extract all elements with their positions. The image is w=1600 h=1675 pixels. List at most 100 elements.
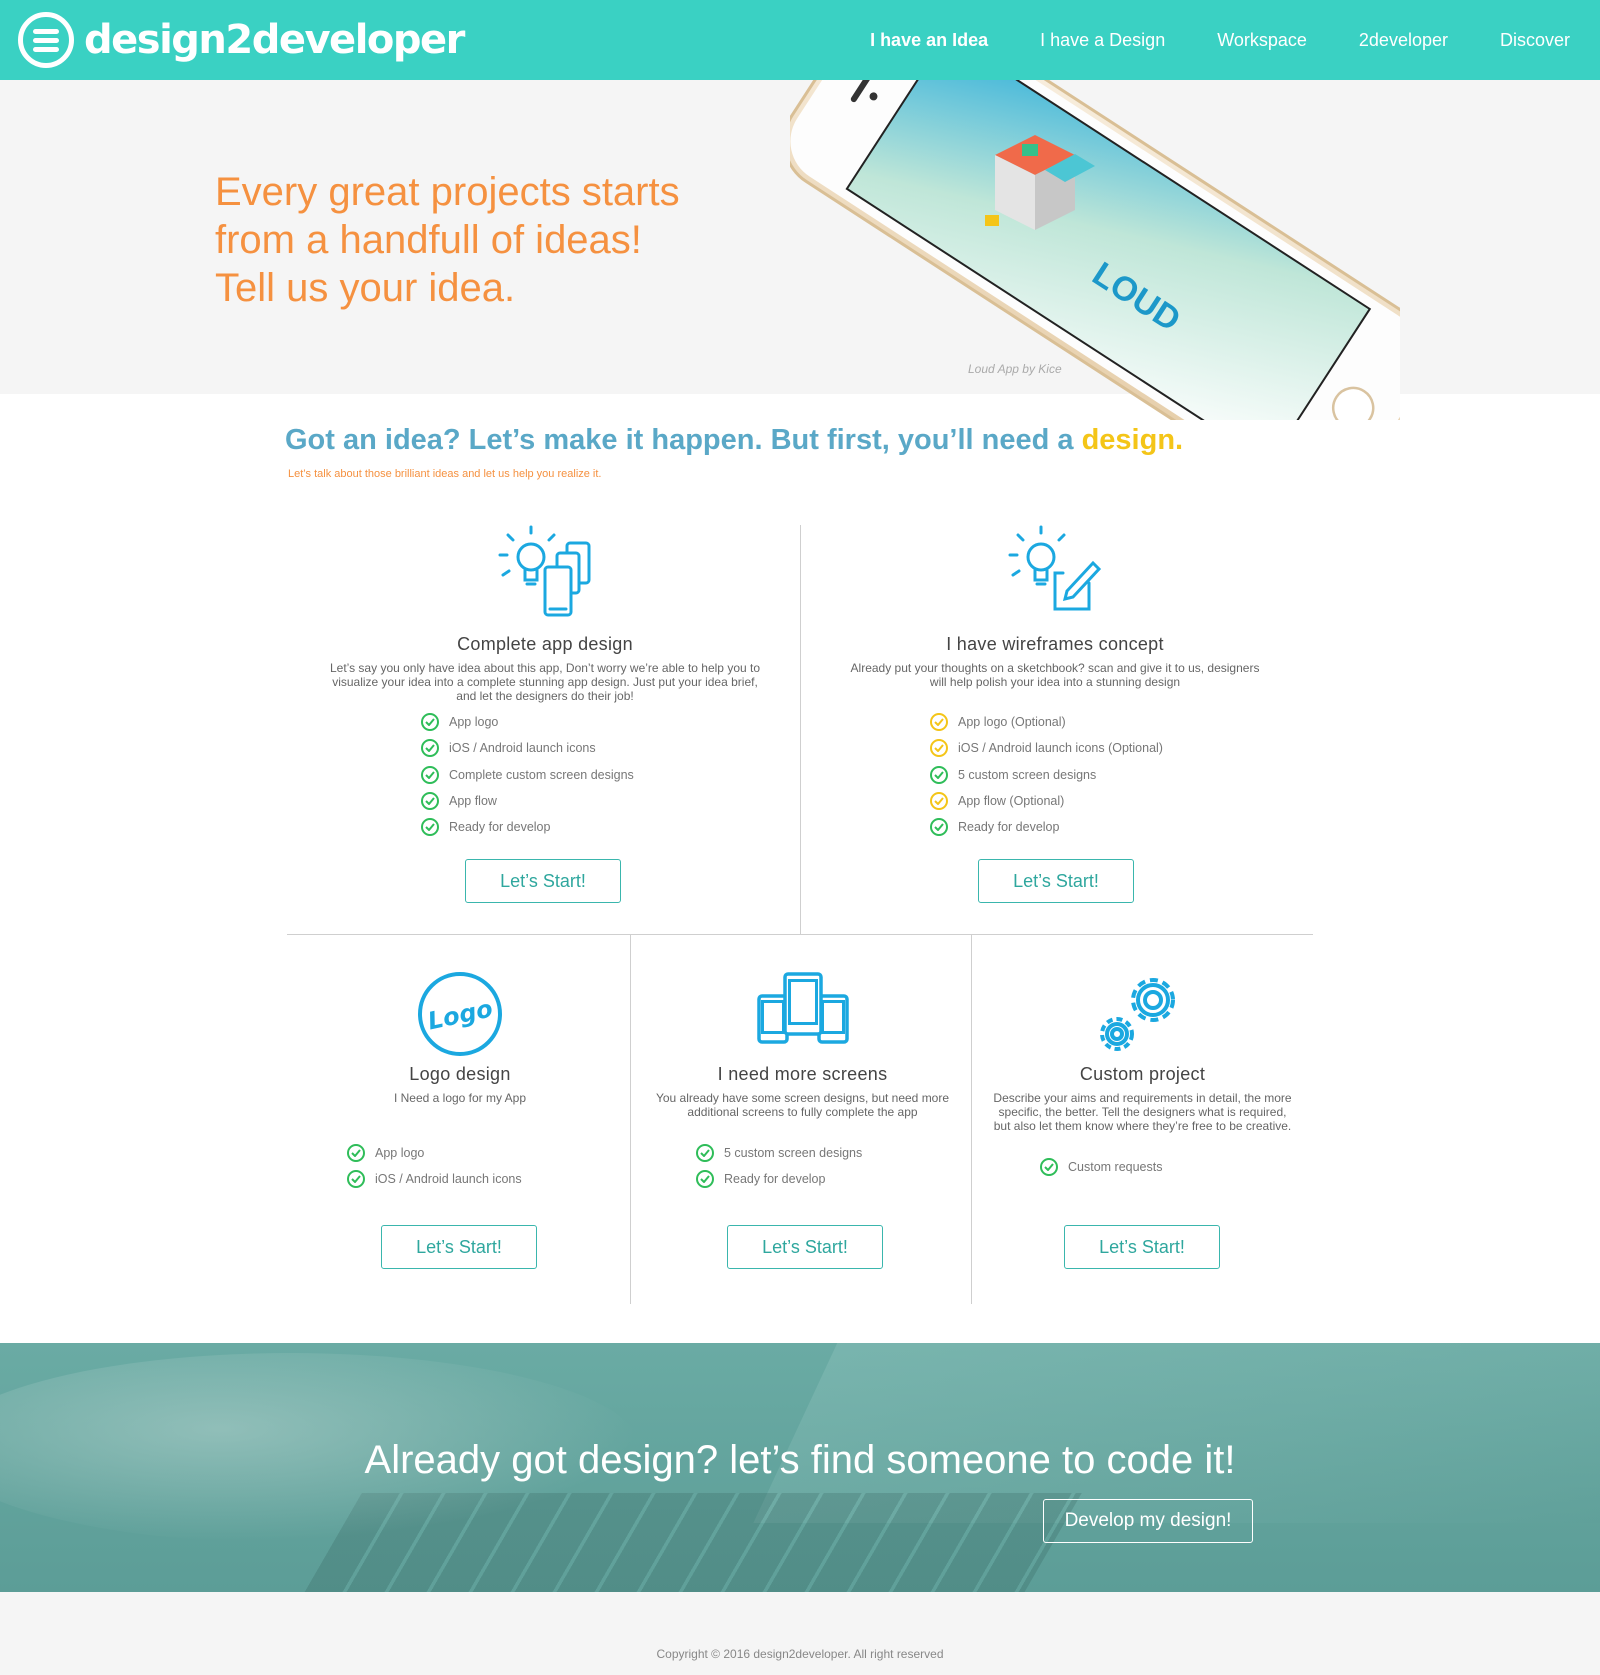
feature-label: App flow (Optional) xyxy=(958,794,1065,809)
cta-banner: Already got design? let’s find someone t… xyxy=(0,1343,1600,1592)
card-description: Describe your aims and requirements in d… xyxy=(993,1091,1292,1133)
feature-label: Custom requests xyxy=(1068,1160,1163,1175)
hero-headline-line: Tell us your idea. xyxy=(215,266,516,310)
card-complete-app-design: Complete app design Let’s say you only h… xyxy=(310,525,780,840)
feature-item: 5 custom screen designs xyxy=(930,762,1190,788)
develop-my-design-button[interactable]: Develop my design! xyxy=(1043,1499,1253,1543)
nav-workspace[interactable]: Workspace xyxy=(1217,30,1307,51)
lightbulb-pencil-icon xyxy=(1008,525,1102,611)
feature-list: App logo iOS / Android launch icons Comp… xyxy=(421,709,641,840)
feature-item: iOS / Android launch icons xyxy=(347,1166,547,1192)
feature-item: App logo xyxy=(421,709,641,735)
feature-label: App logo xyxy=(375,1146,425,1161)
card-title: Custom project xyxy=(1079,1064,1206,1084)
feature-item: 5 custom screen designs xyxy=(696,1140,896,1166)
card-more-screens: I need more screens You already have som… xyxy=(640,970,965,1193)
check-icon xyxy=(421,713,439,732)
feature-label: App flow xyxy=(449,794,497,809)
lightbulb-screens-icon xyxy=(498,525,591,617)
hero-section: Every great projects starts from a handf… xyxy=(0,0,1600,509)
section-title-accent: design. xyxy=(1081,424,1184,456)
feature-item: App logo xyxy=(347,1140,547,1166)
feature-item: Ready for develop xyxy=(421,814,641,840)
footer: Copyright © 2016 design2developer. All r… xyxy=(0,1592,1600,1675)
phone-caption: Loud App by Kice xyxy=(968,362,1062,376)
divider-vertical xyxy=(800,525,801,935)
section-title-main: Got an idea? Let’s make it happen. But f… xyxy=(285,424,1082,456)
hero-headline: Every great projects starts from a handf… xyxy=(215,168,775,312)
feature-label: iOS / Android launch icons xyxy=(375,1172,522,1187)
check-icon xyxy=(1040,1158,1058,1177)
top-navbar: design2developer I have an Idea I have a… xyxy=(0,0,1600,80)
menu-circle-icon xyxy=(18,12,74,68)
check-icon xyxy=(930,765,948,784)
check-icon xyxy=(696,1170,714,1189)
card-custom-project: Custom project Describe your aims and re… xyxy=(985,970,1300,1180)
divider-vertical xyxy=(630,934,631,1304)
check-icon xyxy=(421,792,439,811)
lets-start-button[interactable]: Let’s Start! xyxy=(727,1225,883,1269)
card-wireframes-concept: I have wireframes concept Already put yo… xyxy=(820,525,1290,840)
nav-i-have-an-idea[interactable]: I have an Idea xyxy=(870,30,988,51)
copyright-text: Copyright © 2016 design2developer. All r… xyxy=(656,1647,944,1661)
section-subtitle: Let’s talk about those brilliant ideas a… xyxy=(288,468,602,480)
lets-start-button[interactable]: Let’s Start! xyxy=(978,859,1134,903)
check-icon xyxy=(347,1170,365,1189)
section-title: Got an idea? Let’s make it happen. But f… xyxy=(285,424,1183,457)
feature-item: iOS / Android launch icons xyxy=(421,735,641,761)
feature-label: App logo xyxy=(449,715,499,730)
lets-start-button[interactable]: Let’s Start! xyxy=(381,1225,537,1269)
feature-label: 5 custom screen designs xyxy=(958,767,1097,782)
brand-logo[interactable]: design2developer xyxy=(18,11,465,69)
feature-list: App logo (Optional) iOS / Android launch… xyxy=(930,709,1190,840)
logo-badge-icon: Logo xyxy=(418,972,502,1056)
lets-start-button[interactable]: Let’s Start! xyxy=(465,859,621,903)
check-icon xyxy=(421,739,439,758)
nav-discover[interactable]: Discover xyxy=(1500,30,1570,51)
main-nav: I have an Idea I have a Design Workspace… xyxy=(818,0,1570,80)
card-logo-design: Logo Logo design I Need a logo for my Ap… xyxy=(290,970,630,1193)
feature-label: Ready for develop xyxy=(449,820,551,835)
feature-item: Complete custom screen designs xyxy=(421,762,641,788)
card-description: I Need a logo for my App xyxy=(393,1091,527,1105)
card-description: Let’s say you only have idea about this … xyxy=(329,661,761,703)
lets-start-button[interactable]: Let’s Start! xyxy=(1064,1225,1220,1269)
logo-text: design2developer xyxy=(84,17,465,63)
nav-2developer[interactable]: 2developer xyxy=(1359,30,1448,51)
feature-label: Ready for develop xyxy=(958,820,1060,835)
gears-icon xyxy=(1099,978,1175,1051)
check-icon xyxy=(930,818,948,837)
hero-headline-line: Every great projects starts xyxy=(215,170,680,214)
check-icon xyxy=(347,1144,365,1163)
check-optional-icon xyxy=(930,739,948,758)
check-optional-icon xyxy=(930,792,948,811)
card-title: I have wireframes concept xyxy=(946,634,1164,654)
feature-list: Custom requests xyxy=(1040,1154,1210,1180)
feature-label: iOS / Android launch icons (Optional) xyxy=(958,741,1163,756)
card-description: You already have some screen designs, bu… xyxy=(655,1091,950,1119)
phone-mockup-image: LOUD xyxy=(782,0,1438,509)
feature-list: App logo iOS / Android launch icons xyxy=(347,1140,547,1193)
feature-label: Ready for develop xyxy=(724,1172,826,1187)
check-optional-icon xyxy=(930,713,948,732)
check-icon xyxy=(421,818,439,837)
card-title: Complete app design xyxy=(457,634,633,654)
feature-item: Custom requests xyxy=(1040,1154,1210,1180)
card-title: I need more screens xyxy=(717,1064,888,1084)
card-title: Logo design xyxy=(409,1064,511,1084)
check-icon xyxy=(421,765,439,784)
feature-item: App logo (Optional) xyxy=(930,709,1190,735)
feature-item: App flow xyxy=(421,788,641,814)
feature-item: iOS / Android launch icons (Optional) xyxy=(930,735,1190,761)
nav-i-have-a-design[interactable]: I have a Design xyxy=(1040,30,1165,51)
card-description: Already put your thoughts on a sketchboo… xyxy=(850,661,1260,689)
feature-list: 5 custom screen designs Ready for develo… xyxy=(696,1140,896,1193)
svg-text:Logo: Logo xyxy=(425,994,495,1035)
feature-item: Ready for develop xyxy=(696,1166,896,1192)
feature-item: App flow (Optional) xyxy=(930,788,1190,814)
feature-label: 5 custom screen designs xyxy=(724,1146,863,1161)
feature-label: App logo (Optional) xyxy=(958,715,1066,730)
devices-icon xyxy=(756,972,849,1044)
hero-headline-line: from a handfull of ideas! xyxy=(215,218,642,262)
check-icon xyxy=(696,1144,714,1163)
